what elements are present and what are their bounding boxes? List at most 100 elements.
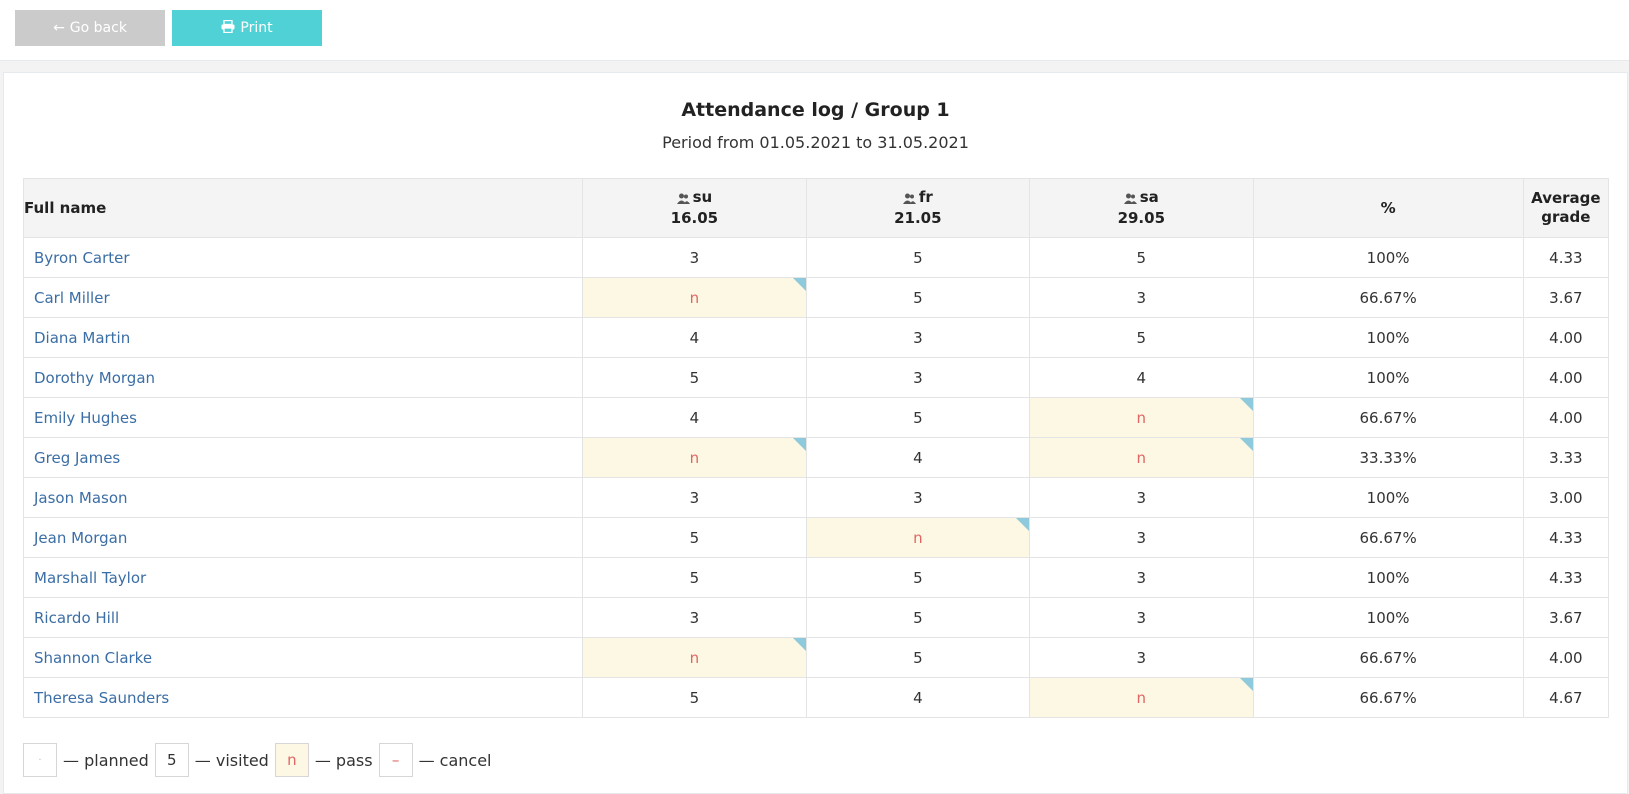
attendance-cell[interactable]: 3	[582, 237, 807, 278]
legend: · — planned 5 — visited n — pass – — can…	[23, 743, 497, 777]
average-grade: 4.00	[1522, 397, 1610, 438]
attendance-cell-pass[interactable]: n	[582, 437, 807, 478]
attendance-cell[interactable]: 3	[582, 597, 807, 638]
attendance-cell[interactable]: 5	[1029, 237, 1254, 278]
legend-planned-label: — planned	[63, 750, 149, 770]
attendance-mark: 3	[1136, 288, 1147, 307]
print-button[interactable]: Print	[172, 10, 322, 46]
attendance-cell[interactable]: 4	[805, 437, 1031, 478]
attendance-cell[interactable]: 5	[805, 637, 1031, 678]
student-name-link[interactable]: Shannon Clarke	[34, 649, 152, 667]
student-name-link[interactable]: Carl Miller	[34, 289, 110, 307]
attendance-mark: n	[689, 648, 700, 667]
attendance-mark: 5	[689, 568, 700, 587]
attendance-percent: 66.67%	[1252, 277, 1524, 318]
attendance-cell[interactable]: 5	[805, 597, 1031, 638]
table-row: Emily Hughes 4 5 n 66.67% 4.00	[22, 397, 1610, 438]
attendance-mark: n	[689, 448, 700, 467]
header-day-2-date: 21.05	[894, 209, 942, 227]
header-percent: %	[1252, 178, 1524, 238]
table-row: Greg James n 4 n 33.33% 3.33	[22, 437, 1610, 478]
attendance-percent: 66.67%	[1252, 397, 1524, 438]
attendance-mark: 3	[1136, 528, 1147, 547]
attendance-cell[interactable]: 5	[805, 237, 1031, 278]
attendance-cell[interactable]: 4	[805, 677, 1031, 718]
header-day-2: fr 21.05	[805, 178, 1031, 238]
average-grade: 4.00	[1522, 637, 1610, 678]
attendance-mark: 3	[689, 608, 700, 627]
attendance-cell[interactable]: 3	[1029, 557, 1254, 598]
attendance-cell[interactable]: 3	[1029, 277, 1254, 318]
group-icon	[676, 190, 690, 209]
attendance-mark: 5	[913, 608, 923, 627]
attendance-cell[interactable]: 3	[805, 477, 1031, 518]
attendance-cell[interactable]: 5	[582, 517, 807, 558]
student-name-link[interactable]: Jean Morgan	[34, 529, 127, 547]
attendance-mark: 5	[1136, 328, 1147, 347]
attendance-mark: 3	[689, 488, 700, 507]
attendance-cell[interactable]: 3	[1029, 597, 1254, 638]
attendance-mark: n	[913, 528, 923, 547]
attendance-cell-pass[interactable]: n	[1029, 397, 1254, 438]
attendance-percent: 66.67%	[1252, 677, 1524, 718]
attendance-cell[interactable]: 3	[582, 477, 807, 518]
attendance-cell[interactable]: 5	[805, 397, 1031, 438]
attendance-mark: 5	[913, 288, 923, 307]
table-row: Jason Mason 3 3 3 100% 3.00	[22, 477, 1610, 518]
attendance-cell[interactable]: 4	[1029, 357, 1254, 398]
group-icon	[1123, 190, 1137, 209]
go-back-button[interactable]: ← Go back	[15, 10, 165, 46]
student-name-link[interactable]: Theresa Saunders	[34, 689, 169, 707]
attendance-cell-pass[interactable]: n	[1029, 677, 1254, 718]
legend-pass-box: n	[274, 743, 309, 777]
legend-cancel-label: — cancel	[418, 750, 492, 770]
table-body: Byron Carter 3 5 5 100% 4.33 Carl Miller n 5 3 66.…	[22, 237, 1610, 718]
student-name-link[interactable]: Dorothy Morgan	[34, 369, 155, 387]
attendance-percent: 100%	[1252, 477, 1524, 518]
attendance-cell-pass[interactable]: n	[1029, 437, 1254, 478]
attendance-cell[interactable]: 5	[805, 277, 1031, 318]
attendance-mark: 5	[689, 688, 700, 707]
attendance-cell-pass[interactable]: n	[582, 277, 807, 318]
table-row: Marshall Taylor 5 5 3 100% 4.33	[22, 557, 1610, 598]
student-name-cell: Shannon Clarke	[22, 637, 584, 678]
average-grade: 3.67	[1522, 597, 1610, 638]
student-name-link[interactable]: Byron Carter	[34, 249, 130, 267]
attendance-cell[interactable]: 3	[805, 357, 1031, 398]
attendance-cell[interactable]: 5	[805, 557, 1031, 598]
attendance-cell-pass[interactable]: n	[582, 637, 807, 678]
attendance-cell[interactable]: 4	[582, 397, 807, 438]
attendance-cell[interactable]: 3	[1029, 477, 1254, 518]
attendance-percent: 66.67%	[1252, 637, 1524, 678]
attendance-cell[interactable]: 3	[805, 317, 1031, 358]
attendance-mark: 4	[689, 328, 700, 347]
attendance-percent: 100%	[1252, 357, 1524, 398]
attendance-cell[interactable]: 5	[582, 357, 807, 398]
attendance-mark: 4	[689, 408, 700, 427]
student-name-link[interactable]: Emily Hughes	[34, 409, 137, 427]
legend-cancel-box: –	[378, 743, 413, 777]
attendance-cell[interactable]: 4	[582, 317, 807, 358]
student-name-cell: Ricardo Hill	[22, 597, 584, 638]
attendance-cell[interactable]: 5	[582, 557, 807, 598]
student-name-link[interactable]: Greg James	[34, 449, 120, 467]
attendance-cell-pass[interactable]: n	[805, 517, 1031, 558]
table-row: Shannon Clarke n 5 3 66.67% 4.00	[22, 637, 1610, 678]
attendance-mark: 3	[913, 488, 923, 507]
student-name-link[interactable]: Marshall Taylor	[34, 569, 146, 587]
student-name-link[interactable]: Jason Mason	[34, 489, 128, 507]
attendance-cell[interactable]: 3	[1029, 637, 1254, 678]
attendance-mark: 3	[1136, 608, 1147, 627]
attendance-cell[interactable]: 5	[1029, 317, 1254, 358]
attendance-cell[interactable]: 3	[1029, 517, 1254, 558]
student-name-cell: Dorothy Morgan	[22, 357, 584, 398]
top-toolbar: ← Go back Print	[0, 0, 1629, 61]
student-name-link[interactable]: Ricardo Hill	[34, 609, 119, 627]
attendance-mark: 3	[913, 368, 923, 387]
attendance-cell[interactable]: 5	[582, 677, 807, 718]
attendance-percent: 100%	[1252, 557, 1524, 598]
legend-planned-box: ·	[23, 743, 57, 777]
header-full-name: Full name	[22, 178, 584, 238]
student-name-link[interactable]: Diana Martin	[34, 329, 130, 347]
table-header-row: Full name su 16.05 fr 21.05 sa 29.05 % A…	[22, 178, 1610, 238]
